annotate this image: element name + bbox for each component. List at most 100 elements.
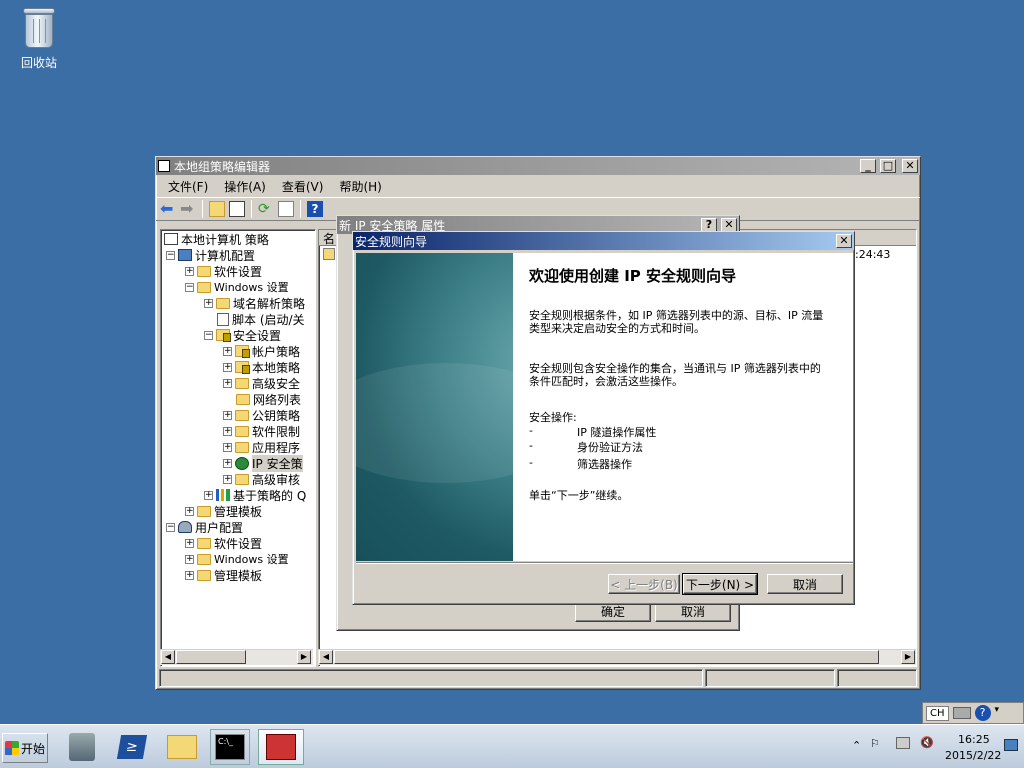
wizard-side-graphic	[356, 253, 513, 561]
clock-date[interactable]: 2015/2/22	[945, 749, 1001, 762]
wizard-heading: 欢迎使用创建 IP 安全规则向导	[529, 267, 737, 285]
close-button[interactable]: ✕	[902, 159, 918, 173]
close-button[interactable]: ✕	[836, 234, 852, 248]
refresh-icon[interactable]: ⟳	[258, 201, 274, 217]
forward-icon[interactable]: ➡	[180, 201, 196, 217]
minimize-button[interactable]: _	[860, 159, 876, 173]
start-button[interactable]: 开始	[2, 733, 48, 763]
volume-muted-icon[interactable]: 🔇	[920, 736, 934, 749]
folder-icon	[197, 537, 211, 549]
tree-item[interactable]: + 应用程序	[223, 439, 300, 455]
menu-file[interactable]: 文件(F)	[160, 176, 216, 197]
expand-icon[interactable]: +	[185, 570, 194, 580]
back-icon[interactable]: ⬅	[160, 201, 176, 217]
taskbar-explorer[interactable]	[162, 729, 202, 765]
help-button[interactable]: ?	[701, 218, 717, 232]
collapse-icon[interactable]: −	[166, 522, 175, 532]
wizard-title-bar[interactable]: 安全规则向导 ✕	[353, 232, 854, 250]
cancel-button[interactable]: 取消	[767, 574, 843, 594]
tree-item[interactable]: 本地计算机 策略	[164, 231, 269, 247]
expand-icon[interactable]: +	[223, 346, 232, 356]
wizard-paragraph-1: 安全规则根据条件，如 IP 筛选器列表中的源、目标、IP 流量类型来决定启动安全…	[529, 309, 824, 335]
tree-item[interactable]: − 用户配置	[166, 519, 243, 535]
expand-icon[interactable]: +	[223, 378, 232, 388]
language-indicator[interactable]: CH	[926, 705, 949, 721]
tree-item[interactable]: + 软件限制	[223, 423, 300, 439]
close-button[interactable]: ✕	[721, 218, 737, 232]
expand-icon[interactable]: +	[185, 538, 194, 548]
folder-icon	[197, 265, 211, 277]
script-icon	[217, 312, 229, 326]
tree-item[interactable]: − Windows 设置	[185, 279, 289, 295]
scroll-left-icon[interactable]: ◀	[161, 650, 175, 664]
wizard-paragraph-2: 安全规则包含安全操作的集合，当通讯与 IP 筛选器列表中的条件匹配时，会激活这些…	[529, 362, 821, 388]
help-icon[interactable]: ?	[307, 201, 323, 217]
tree-item[interactable]: − 计算机配置	[166, 247, 255, 263]
recycle-bin-desktop-icon[interactable]: 回收站	[12, 6, 66, 71]
scroll-left-icon[interactable]: ◀	[319, 650, 333, 664]
scroll-thumb[interactable]	[334, 650, 879, 664]
menu-help[interactable]: 帮助(H)	[331, 176, 389, 197]
folder-icon	[235, 409, 249, 421]
show-desktop-button[interactable]	[1004, 739, 1018, 751]
tree-item[interactable]: + 高级安全	[223, 375, 300, 391]
expand-icon[interactable]: +	[185, 554, 194, 564]
tree-item[interactable]: + 高级审核	[223, 471, 300, 487]
tree-item[interactable]: + 帐户策略	[223, 343, 300, 359]
show-hidden-icons[interactable]: ⌃	[852, 739, 861, 752]
maximize-button[interactable]: □	[880, 159, 896, 173]
next-button[interactable]: 下一步(N) >	[682, 573, 758, 595]
expand-icon[interactable]: +	[204, 298, 213, 308]
tree-item[interactable]: + Windows 设置	[185, 551, 289, 567]
taskbar-cmd[interactable]: C:\_	[210, 729, 250, 765]
help-icon[interactable]: ?	[974, 705, 991, 721]
clock-time[interactable]: 16:25	[958, 733, 990, 746]
up-folder-icon[interactable]	[209, 201, 225, 217]
expand-icon[interactable]: +	[223, 474, 232, 484]
folder-icon	[197, 553, 211, 565]
tree-item[interactable]: 脚本 (启动/关	[217, 311, 305, 327]
taskbar-server-manager[interactable]	[62, 729, 102, 765]
taskbar-gpedit[interactable]	[258, 729, 304, 765]
tree-item[interactable]: + 基于策略的 Q	[204, 487, 306, 503]
tree-item[interactable]: + 本地策略	[223, 359, 300, 375]
gpedit-app-icon	[158, 160, 170, 172]
taskbar-powershell[interactable]: ≥	[112, 729, 152, 765]
tree-item[interactable]: + 管理模板	[185, 567, 262, 583]
scroll-thumb[interactable]	[176, 650, 246, 664]
menu-action[interactable]: 操作(A)	[216, 176, 274, 197]
server-manager-icon	[69, 733, 95, 761]
back-button[interactable]: < 上一步(B)	[608, 574, 680, 594]
tree-item[interactable]: + 软件设置	[185, 263, 262, 279]
expand-icon[interactable]: +	[185, 266, 194, 276]
show-hide-tree-icon[interactable]	[229, 201, 245, 217]
action-center-flag-icon[interactable]: ⚐	[870, 737, 880, 750]
scroll-right-icon[interactable]: ▶	[297, 650, 311, 664]
expand-icon[interactable]: +	[223, 442, 232, 452]
menu-view[interactable]: 查看(V)	[274, 176, 332, 197]
tree-item[interactable]: − 安全设置	[204, 327, 281, 343]
tree-item-ip-security[interactable]: + IP 安全策	[223, 454, 303, 472]
network-icon[interactable]	[896, 737, 910, 749]
keyboard-icon[interactable]	[952, 707, 971, 719]
expand-icon[interactable]: +	[223, 426, 232, 436]
expand-icon[interactable]: +	[204, 490, 213, 500]
gpedit-title-bar[interactable]: 本地组策略编辑器 _ □ ✕	[156, 157, 920, 175]
collapse-icon[interactable]: −	[166, 250, 175, 260]
tree-item[interactable]: + 域名解析策略	[204, 295, 305, 311]
collapse-icon[interactable]: −	[185, 282, 194, 292]
tree-item[interactable]: 网络列表	[236, 391, 301, 407]
tree-item[interactable]: + 软件设置	[185, 535, 262, 551]
expand-icon[interactable]: +	[185, 506, 194, 516]
collapse-icon[interactable]: −	[204, 330, 213, 340]
tree-item[interactable]: + 公钥策略	[223, 407, 300, 423]
expand-icon[interactable]: +	[223, 362, 232, 372]
security-rule-wizard: 安全规则向导 ✕ 欢迎使用创建 IP 安全规则向导 安全规则根据条件，如 IP …	[352, 231, 855, 605]
list-row[interactable]	[323, 248, 335, 260]
expand-icon[interactable]: +	[223, 410, 232, 420]
scroll-right-icon[interactable]: ▶	[901, 650, 915, 664]
expand-icon[interactable]: +	[223, 458, 232, 468]
export-list-icon[interactable]	[278, 201, 294, 217]
tree-item[interactable]: + 管理模板	[185, 503, 262, 519]
options-icon[interactable]: ▾	[995, 705, 1003, 721]
